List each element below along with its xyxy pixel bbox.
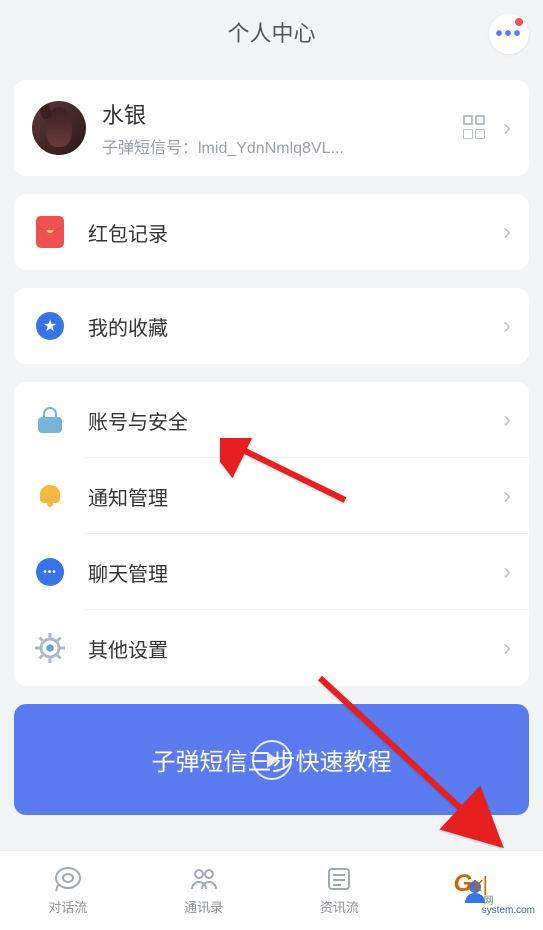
- header: 个人中心 •••: [0, 0, 543, 64]
- chevron-right-icon: ›: [503, 482, 511, 510]
- favorites-label: 我的收藏: [88, 312, 503, 341]
- star-icon: ★: [32, 308, 68, 344]
- feed-icon: [322, 865, 356, 893]
- more-button[interactable]: •••: [489, 14, 529, 54]
- profile-id: 子弹短信号：lmid_YdnNmlq8VL...: [102, 134, 463, 158]
- tab-chat[interactable]: 对话流: [0, 865, 136, 916]
- chat-label: 聊天管理: [88, 558, 503, 587]
- chat-row[interactable]: ••• 聊天管理 ›: [14, 534, 529, 610]
- redpacket-label: 红包记录: [88, 218, 503, 247]
- notifications-row[interactable]: 通知管理 ›: [14, 458, 529, 534]
- redpacket-row[interactable]: 红包记录 ›: [14, 194, 529, 270]
- notification-dot: [515, 18, 523, 26]
- other-label: 其他设置: [88, 634, 503, 663]
- tab-contacts[interactable]: 通讯录: [136, 865, 272, 916]
- chevron-right-icon: ›: [503, 114, 511, 142]
- tab-chat-label: 对话流: [48, 897, 87, 916]
- qr-icon[interactable]: [463, 115, 489, 141]
- profile-text: 水银 子弹短信号：lmid_YdnNmlq8VL...: [102, 98, 463, 158]
- chevron-right-icon: ›: [503, 634, 511, 662]
- profile-card[interactable]: 水银 子弹短信号：lmid_YdnNmlq8VL... ›: [14, 80, 529, 176]
- bell-icon: [32, 478, 68, 514]
- tab-contacts-label: 通讯录: [184, 897, 223, 916]
- avatar: [32, 101, 86, 155]
- page-title: 个人中心: [227, 16, 315, 48]
- security-row[interactable]: 账号与安全 ›: [14, 382, 529, 458]
- chat-icon: •••: [32, 554, 68, 590]
- favorites-card: ★ 我的收藏 ›: [14, 288, 529, 364]
- chevron-right-icon: ›: [503, 218, 511, 246]
- settings-card: 账号与安全 › 通知管理 › ••• 聊天管理 › 其他设置 ›: [14, 382, 529, 686]
- chevron-right-icon: ›: [503, 312, 511, 340]
- profile-name: 水银: [102, 98, 463, 130]
- security-label: 账号与安全: [88, 406, 503, 435]
- gear-icon: [32, 630, 68, 666]
- content: 水银 子弹短信号：lmid_YdnNmlq8VL... › 红包记录 › ★ 我…: [0, 64, 543, 815]
- play-icon: [252, 740, 292, 780]
- redpacket-card: 红包记录 ›: [14, 194, 529, 270]
- redpacket-icon: [32, 214, 68, 250]
- other-row[interactable]: 其他设置 ›: [14, 610, 529, 686]
- favorites-row[interactable]: ★ 我的收藏 ›: [14, 288, 529, 364]
- lock-icon: [32, 402, 68, 438]
- notifications-label: 通知管理: [88, 482, 503, 511]
- tutorial-banner[interactable]: 子弹短信三步快速教程: [14, 704, 529, 815]
- contacts-icon: [187, 865, 221, 893]
- chevron-right-icon: ›: [503, 558, 511, 586]
- watermark: Gx|网system.com: [454, 870, 535, 916]
- chevron-right-icon: ›: [503, 406, 511, 434]
- tab-feed-label: 资讯流: [320, 897, 359, 916]
- tab-feed[interactable]: 资讯流: [272, 865, 408, 916]
- chatflow-icon: [51, 865, 85, 893]
